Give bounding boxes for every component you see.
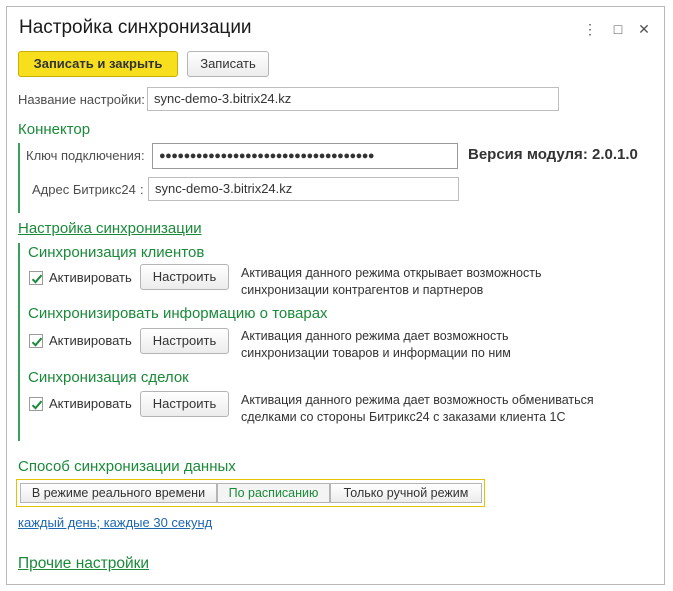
connection-key-label: Ключ подключения: (26, 148, 145, 163)
checkmark-icon (31, 337, 43, 347)
setting-name-label: Название настройки: (18, 92, 145, 107)
clients-description: Активация данного режима открывает возмо… (241, 266, 542, 297)
checkmark-icon (31, 274, 43, 284)
window-title: Настройка синхронизации (19, 17, 252, 38)
bitrix-address-input[interactable]: sync-demo-3.bitrix24.kz (148, 177, 459, 201)
activate-deals-checkbox[interactable] (29, 397, 43, 411)
activate-products-checkbox[interactable] (29, 334, 43, 348)
close-icon[interactable]: ✕ (634, 19, 654, 39)
save-and-close-button[interactable]: Записать и закрыть (18, 51, 178, 77)
setting-name-input[interactable]: sync-demo-3.bitrix24.kz (147, 87, 559, 111)
more-icon[interactable]: ⋮ (580, 19, 600, 39)
activate-products-label: Активировать (49, 333, 132, 348)
settings-window: Настройка синхронизации ⋮ □ ✕ Записать и… (6, 6, 665, 585)
connector-group-bar (18, 143, 20, 213)
configure-deals-button[interactable]: Настроить (140, 391, 229, 417)
connection-key-input[interactable]: ●●●●●●●●●●●●●●●●●●●●●●●●●●●●●●●●●●● (152, 143, 458, 169)
sync-method-title: Способ синхронизации данных (18, 458, 236, 475)
sync-settings-group-title[interactable]: Настройка синхронизации (18, 220, 202, 237)
schedule-link[interactable]: каждый день; каждые 30 секунд (18, 515, 212, 530)
option-realtime-button[interactable]: В режиме реального времени (20, 483, 217, 503)
activate-deals-label: Активировать (49, 396, 132, 411)
products-description: Активация данного режима дает возможност… (241, 329, 511, 360)
bitrix-address-colon: : (140, 182, 144, 197)
save-button[interactable]: Записать (187, 51, 269, 77)
activate-clients-checkbox[interactable] (29, 271, 43, 285)
module-version-text: Версия модуля: 2.0.1.0 (468, 146, 638, 163)
section-title-clients: Синхронизация клиентов (28, 244, 205, 261)
section-title-deals: Синхронизация сделок (28, 369, 189, 386)
configure-clients-button[interactable]: Настроить (140, 264, 229, 290)
configure-products-button[interactable]: Настроить (140, 328, 229, 354)
connector-group-title: Коннектор (18, 121, 91, 138)
checkmark-icon (31, 400, 43, 410)
deals-description: Активация данного режима дает возможност… (241, 393, 594, 424)
sync-settings-group-bar (18, 243, 20, 441)
other-settings-group-title[interactable]: Прочие настройки (18, 555, 149, 573)
option-manual-button[interactable]: Только ручной режим (330, 483, 482, 503)
activate-clients-label: Активировать (49, 270, 132, 285)
sync-method-radio-group: В режиме реального времени По расписанию… (16, 479, 485, 507)
option-schedule-button[interactable]: По расписанию (217, 483, 330, 503)
section-title-products: Синхронизировать информацию о товарах (28, 305, 328, 322)
bitrix-address-label: Адрес Битрикс24 (32, 182, 136, 197)
maximize-icon[interactable]: □ (608, 19, 628, 39)
